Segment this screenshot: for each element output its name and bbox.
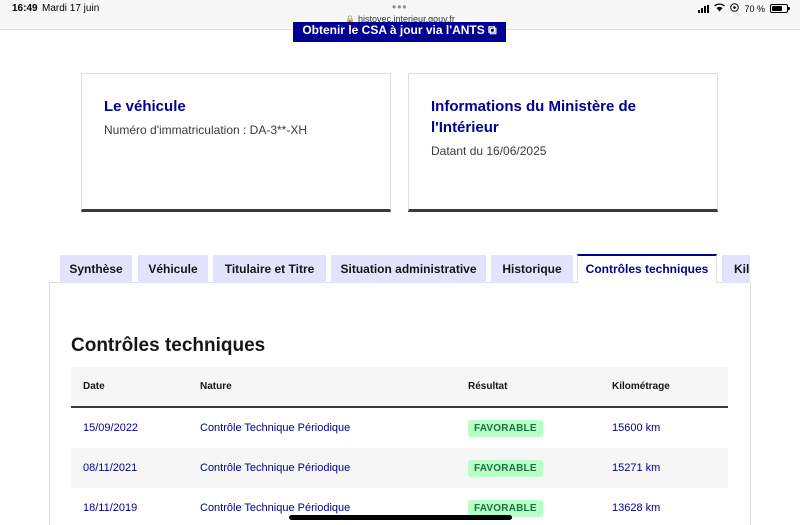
header-result: Résultat bbox=[468, 381, 508, 392]
section-title: Contrôles techniques bbox=[71, 335, 266, 356]
row-nature: Contrôle Technique Périodique bbox=[200, 462, 351, 474]
result-badge: FAVORABLE bbox=[468, 419, 543, 437]
ants-link-button[interactable]: Obtenir le CSA à jour via l'ANTS ⧉ bbox=[293, 22, 506, 42]
header-mileage: Kilométrage bbox=[612, 381, 670, 392]
battery-icon bbox=[770, 4, 790, 13]
tab-titulaire[interactable]: Titulaire et Titre bbox=[213, 255, 326, 283]
ministry-card: Informations du Ministère de l'Intérieur… bbox=[408, 73, 718, 212]
row-mileage: 13628 km bbox=[612, 502, 661, 514]
home-indicator[interactable] bbox=[289, 515, 512, 520]
row-mileage: 15600 km bbox=[612, 422, 661, 434]
status-icons: 70 % bbox=[698, 3, 790, 14]
ants-link-label: Obtenir le CSA à jour via l'ANTS bbox=[302, 23, 485, 37]
vehicle-card: Le véhicule Numéro d'immatriculation : D… bbox=[81, 73, 391, 212]
ministry-data-date: Datant du 16/06/2025 bbox=[431, 144, 547, 158]
table-header: Date Nature Résultat Kilométrage bbox=[71, 367, 728, 408]
row-nature: Contrôle Technique Périodique bbox=[200, 422, 351, 434]
table-row: 08/11/2021 Contrôle Technique Périodique… bbox=[71, 448, 728, 488]
signal-icon bbox=[698, 4, 710, 13]
row-date: 08/11/2021 bbox=[83, 462, 138, 474]
location-icon bbox=[730, 3, 740, 14]
vehicle-card-title: Le véhicule bbox=[104, 98, 186, 115]
tab-vehicule[interactable]: Véhicule bbox=[138, 255, 208, 283]
ministry-card-title: Informations du Ministère de l'Intérieur bbox=[431, 98, 637, 136]
row-result: FAVORABLE bbox=[468, 448, 543, 488]
status-time: 16:49 bbox=[12, 3, 38, 14]
tab-historique[interactable]: Historique bbox=[491, 255, 573, 283]
battery-percent: 70 % bbox=[744, 3, 765, 14]
more-dots-icon[interactable]: ••• bbox=[392, 0, 408, 14]
result-badge: FAVORABLE bbox=[468, 499, 543, 517]
technical-controls-table: Date Nature Résultat Kilométrage 15/09/2… bbox=[71, 367, 728, 525]
external-link-icon: ⧉ bbox=[488, 23, 497, 37]
row-date: 15/09/2022 bbox=[83, 422, 139, 434]
table-row: 15/09/2022 Contrôle Technique Périodique… bbox=[71, 408, 728, 448]
registration-number: Numéro d'immatriculation : DA-3**-XH bbox=[104, 123, 308, 137]
wifi-icon bbox=[714, 3, 726, 14]
header-nature: Nature bbox=[200, 381, 232, 392]
status-date: Mardi 17 juin bbox=[42, 3, 100, 14]
result-badge: FAVORABLE bbox=[468, 459, 543, 477]
tab-controles-techniques[interactable]: Contrôles techniques bbox=[577, 254, 717, 283]
row-result: FAVORABLE bbox=[468, 408, 543, 448]
tab-kilometrage[interactable]: Kilo bbox=[722, 255, 750, 283]
tab-synthese[interactable]: Synthèse bbox=[60, 255, 132, 283]
row-date: 18/11/2019 bbox=[83, 502, 138, 514]
header-date: Date bbox=[83, 381, 105, 392]
tab-bar: Synthèse Véhicule Titulaire et Titre Sit… bbox=[60, 254, 750, 283]
tab-situation-administrative[interactable]: Situation administrative bbox=[331, 255, 486, 283]
row-mileage: 15271 km bbox=[612, 462, 661, 474]
